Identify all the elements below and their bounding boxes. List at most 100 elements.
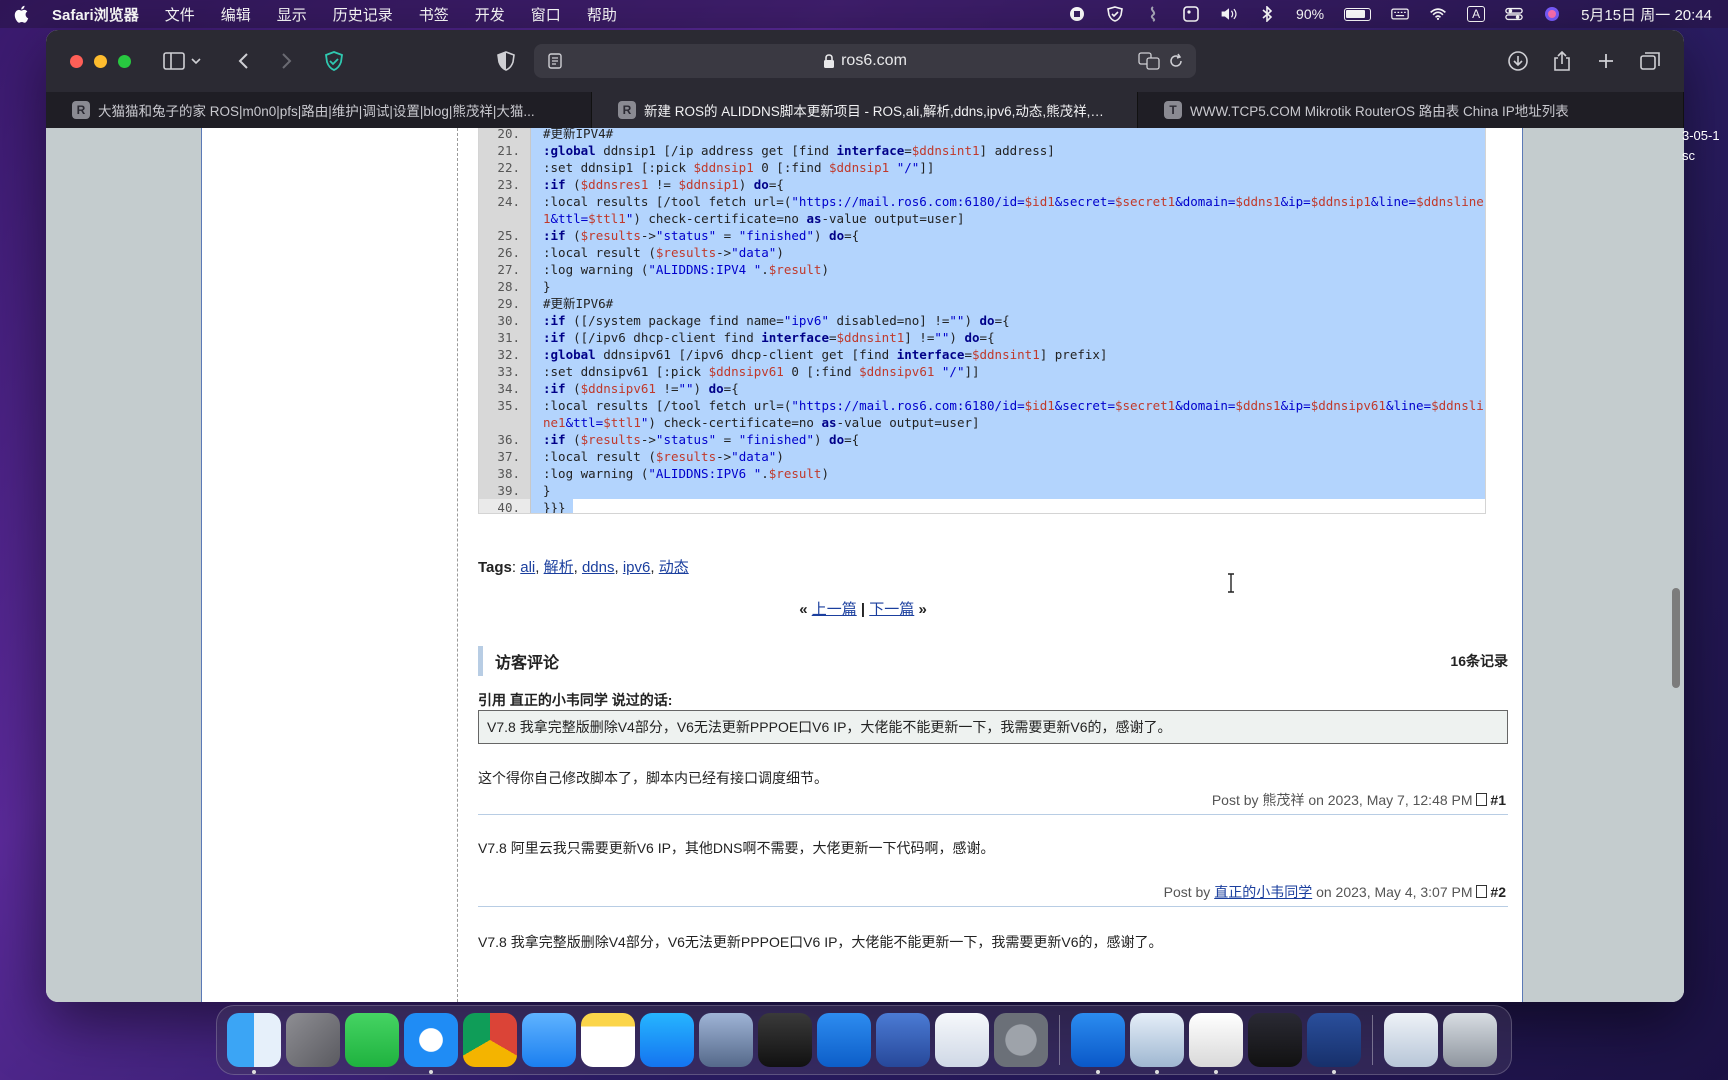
shield-check-icon[interactable] xyxy=(1106,6,1124,22)
page-scrollbar[interactable] xyxy=(1672,588,1680,688)
menu-window[interactable]: 窗口 xyxy=(531,4,561,25)
app-status-icon[interactable] xyxy=(1144,6,1162,22)
preview-icon[interactable] xyxy=(1130,1013,1184,1074)
remote-desktop-icon[interactable] xyxy=(699,1013,753,1067)
wifi-icon[interactable] xyxy=(1429,6,1447,22)
privacy-shield-icon[interactable] xyxy=(322,50,346,72)
vpn-icon[interactable] xyxy=(817,1013,871,1067)
screenshot-icon[interactable] xyxy=(1182,6,1200,22)
menu-help[interactable]: 帮助 xyxy=(587,4,617,25)
tab-overview-icon[interactable] xyxy=(1638,50,1662,72)
line-number: 38. xyxy=(479,465,531,482)
battery-percent: 90% xyxy=(1296,6,1325,22)
minimize-window-button[interactable] xyxy=(94,55,107,68)
close-window-button[interactable] xyxy=(70,55,83,68)
tab-aliddns-active[interactable]: R 新建 ROS的 ALIDDNS脚本更新项目 - ROS,ali,解析,ddn… xyxy=(592,92,1138,128)
quoted-comment: V7.8 我拿完整版删除V4部分，V6无法更新PPPOE口V6 IP，大佬能不能… xyxy=(478,710,1508,744)
menu-file[interactable]: 文件 xyxy=(165,4,195,25)
menu-edit[interactable]: 编辑 xyxy=(221,4,251,25)
tab-ros-home[interactable]: R 大猫猫和兔子的家 ROS|m0n0|pfs|路由|维护|调试|设置|blog… xyxy=(46,92,592,128)
line-number: 36. xyxy=(479,431,531,448)
code-text: } xyxy=(531,482,1485,499)
line-number: 35. xyxy=(479,397,531,431)
permalink-doc-icon[interactable] xyxy=(1476,793,1488,806)
safari-icon[interactable] xyxy=(404,1013,458,1074)
menu-history[interactable]: 历史记录 xyxy=(333,4,393,25)
dock xyxy=(216,1005,1512,1075)
back-icon[interactable] xyxy=(232,50,256,72)
screen-share-icon[interactable] xyxy=(876,1013,930,1067)
chevron-down-icon[interactable] xyxy=(190,50,202,72)
dock-separator xyxy=(1059,1015,1060,1065)
textedit-icon[interactable] xyxy=(1189,1013,1243,1074)
menubar-clock[interactable]: 5月15日 周一 20:44 xyxy=(1581,4,1712,25)
app-store-icon[interactable] xyxy=(640,1013,694,1067)
documents-icon[interactable] xyxy=(1384,1013,1438,1067)
permalink-doc-icon[interactable] xyxy=(1476,885,1488,898)
menu-view[interactable]: 显示 xyxy=(277,4,307,25)
zoom-window-button[interactable] xyxy=(118,55,131,68)
menu-develop[interactable]: 开发 xyxy=(475,4,505,25)
address-bar[interactable]: ros6.com xyxy=(534,44,1196,78)
web-page[interactable]: 20. #更新IPV4# 21.:global ddnsip1 [/ip addre… xyxy=(46,128,1684,1002)
trash-icon[interactable] xyxy=(1443,1013,1497,1067)
code-line: 29. #更新IPV6# xyxy=(479,295,1485,312)
tag-link[interactable]: ipv6 xyxy=(623,559,651,576)
bluetooth-icon[interactable] xyxy=(1258,6,1276,22)
sidebar-icon[interactable] xyxy=(162,50,186,72)
downloads-icon[interactable] xyxy=(1506,50,1530,72)
comment-number[interactable]: #1 xyxy=(1490,792,1506,808)
input-method-indicator[interactable]: A xyxy=(1467,6,1486,22)
terminal-icon[interactable] xyxy=(758,1013,812,1067)
launchpad-icon[interactable] xyxy=(286,1013,340,1067)
siri-icon[interactable] xyxy=(1543,6,1561,22)
running-indicator xyxy=(1096,1070,1100,1074)
windows-app-icon[interactable] xyxy=(1071,1013,1125,1074)
reload-icon[interactable] xyxy=(1168,53,1184,69)
comments-count: 16条记录 xyxy=(1450,653,1508,669)
site-container: 20. #更新IPV4# 21.:global ddnsip1 [/ip addre… xyxy=(201,128,1523,1002)
apple-menu-icon[interactable] xyxy=(14,5,30,23)
comment-number[interactable]: #2 xyxy=(1490,884,1506,900)
media-player-icon[interactable] xyxy=(1248,1013,1302,1067)
comment-author-link[interactable]: 直正的小韦同学 xyxy=(1214,884,1312,900)
line-number: 26. xyxy=(479,244,531,261)
code-block[interactable]: 20. #更新IPV4# 21.:global ddnsip1 [/ip addre… xyxy=(478,128,1486,514)
notes-icon[interactable] xyxy=(581,1013,635,1067)
prev-post-link[interactable]: 上一篇 xyxy=(812,601,857,618)
new-tab-icon[interactable] xyxy=(1594,50,1618,72)
keyboard-icon[interactable] xyxy=(1391,6,1409,22)
control-center-icon[interactable] xyxy=(1505,6,1523,22)
system-settings-icon[interactable] xyxy=(994,1013,1048,1067)
translate-icon[interactable] xyxy=(1138,52,1160,70)
finder-icon[interactable] xyxy=(227,1013,281,1074)
tag-link[interactable]: 动态 xyxy=(659,559,689,576)
forward-icon[interactable] xyxy=(274,50,298,72)
tab-title: 大猫猫和兔子的家 ROS|m0n0|pfs|路由|维护|调试|设置|blog|熊… xyxy=(98,104,535,119)
line-number: 40. xyxy=(479,499,531,513)
code-text: #更新IPV4# xyxy=(531,128,1485,142)
code-text: :if ($ddnsres1 != $ddnsip1) do={ xyxy=(531,176,1485,193)
privacy-report-icon[interactable] xyxy=(494,50,518,72)
menu-bookmarks[interactable]: 书签 xyxy=(419,4,449,25)
tag-link[interactable]: ddns xyxy=(582,559,615,576)
page-reader-icon[interactable] xyxy=(548,53,562,69)
battery-icon[interactable] xyxy=(1344,7,1372,21)
chrome-icon[interactable] xyxy=(463,1013,517,1067)
code-text: :if ($results->"status" = "finished") do… xyxy=(531,227,1485,244)
volume-icon[interactable] xyxy=(1220,6,1238,22)
code-text: :local results [/tool fetch url=("https:… xyxy=(531,397,1485,431)
facetime-icon[interactable] xyxy=(345,1013,399,1067)
app-name-menu[interactable]: Safari浏览器 xyxy=(52,4,139,25)
share-icon[interactable] xyxy=(1550,50,1574,72)
tab-tcp5[interactable]: T WWW.TCP5.COM Mikrotik RouterOS 路由表 Chi… xyxy=(1138,92,1684,128)
rocket-icon[interactable] xyxy=(935,1013,989,1067)
tag-link[interactable]: ali xyxy=(520,559,535,576)
record-stop-icon[interactable] xyxy=(1068,6,1086,22)
tag-link[interactable]: 解析 xyxy=(544,559,574,576)
mail-icon[interactable] xyxy=(522,1013,576,1067)
winbox-icon[interactable] xyxy=(1307,1013,1361,1074)
tags-label: Tags xyxy=(478,559,512,576)
running-indicator xyxy=(1155,1070,1159,1074)
next-post-link[interactable]: 下一篇 xyxy=(869,601,914,618)
